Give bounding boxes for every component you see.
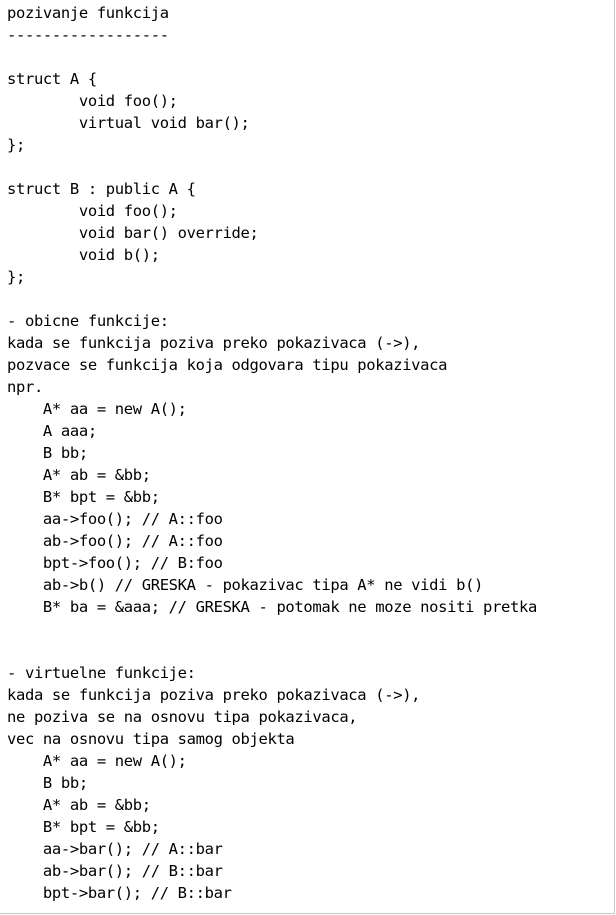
text-line: A* ab = &bb;: [7, 466, 151, 484]
text-line: vec na osnovu tipa samog objekta: [7, 730, 295, 748]
text-line: };: [7, 136, 25, 154]
text-line: - obicne funkcije:: [7, 312, 169, 330]
text-line: B* bpt = &bb;: [7, 488, 160, 506]
text-line: [7, 288, 614, 310]
text-line: ab->bar(); // B::bar: [7, 862, 223, 880]
text-line: bpt->foo(); // B:foo: [7, 554, 223, 572]
text-line: A* aa = new A();: [7, 752, 187, 770]
text-line: kada se funkcija poziva preko pokazivaca…: [7, 686, 421, 704]
text-line: struct A {: [7, 70, 97, 88]
text-line: aa->bar(); // A::bar: [7, 840, 223, 858]
text-line: ------------------: [7, 26, 169, 44]
text-line: [7, 618, 614, 640]
text-line: [7, 156, 614, 178]
text-line: void foo();: [7, 92, 178, 110]
text-line: B* bpt = &bb;: [7, 818, 160, 836]
text-line: pozvace se funkcija koja odgovara tipu p…: [7, 356, 448, 374]
text-line: pozivanje funkcija: [7, 4, 169, 22]
text-line: B bb;: [7, 444, 88, 462]
text-line: ab->foo(); // A::foo: [7, 532, 223, 550]
text-line: aa->foo(); // A::foo: [7, 510, 223, 528]
text-line: ne poziva se na osnovu tipa pokazivaca,: [7, 708, 358, 726]
text-line: B* ba = &aaa; // GRESKA - potomak ne moz…: [7, 598, 537, 616]
text-line: void bar() override;: [7, 224, 259, 242]
text-line: kada se funkcija poziva preko pokazivaca…: [7, 334, 421, 352]
text-line: void b();: [7, 246, 160, 264]
text-line: A aaa;: [7, 422, 97, 440]
text-line: void foo();: [7, 202, 178, 220]
text-lines: pozivanje funkcija ------------------ stru…: [7, 2, 614, 904]
text-line: bpt->bar(); // B::bar: [7, 884, 232, 902]
text-line: struct B : public A {: [7, 180, 196, 198]
text-line: A* aa = new A();: [7, 400, 187, 418]
text-line: virtual void bar();: [7, 114, 250, 132]
text-line: A* ab = &bb;: [7, 796, 151, 814]
text-editor-area[interactable]: pozivanje funkcija ------------------ stru…: [0, 0, 615, 914]
text-line: B bb;: [7, 774, 88, 792]
text-line: ab->b() // GRESKA - pokazivac tipa A* ne…: [7, 576, 484, 594]
text-line: };: [7, 268, 25, 286]
text-line: - virtuelne funkcije:: [7, 664, 196, 682]
text-line: [7, 640, 614, 662]
text-line: [7, 46, 614, 68]
text-line: npr.: [7, 378, 43, 396]
